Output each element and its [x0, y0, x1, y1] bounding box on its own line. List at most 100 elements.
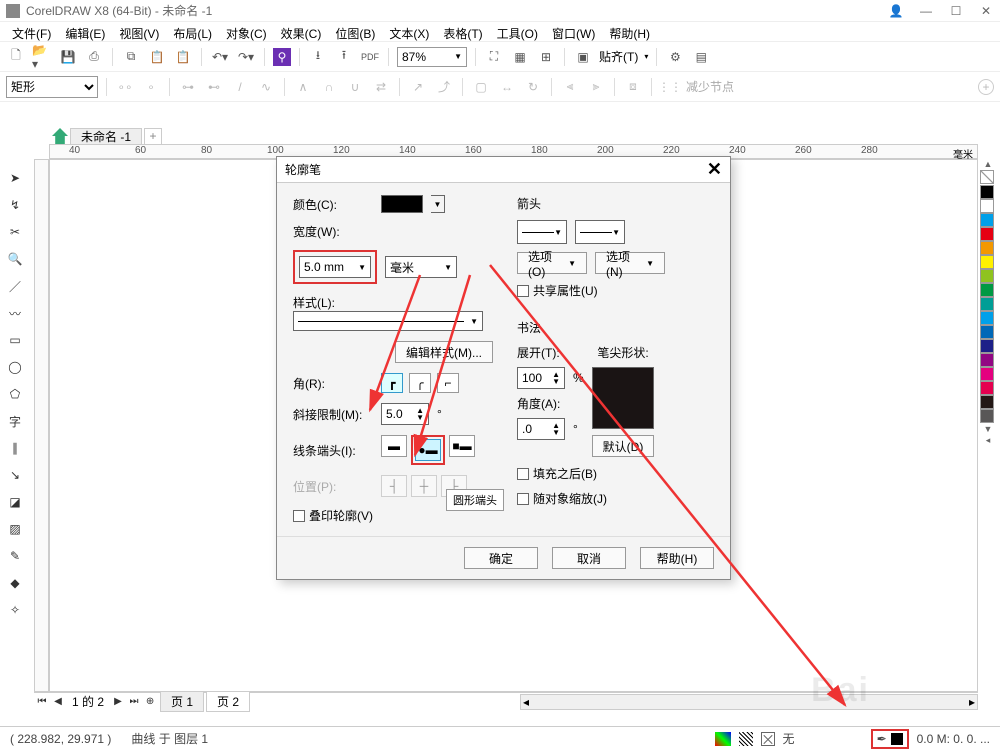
close-path-icon[interactable]: ▢ — [471, 77, 491, 97]
fullscreen-button[interactable]: ⛶ — [484, 47, 504, 67]
break-icon[interactable]: ⊷ — [204, 77, 224, 97]
unit-select[interactable]: 毫米▼ — [385, 256, 457, 278]
menu-effect[interactable]: 效果(C) — [275, 24, 328, 39]
page-first[interactable]: ⏮ — [34, 696, 50, 707]
zoom-input[interactable]: 87%▼ — [397, 47, 467, 67]
color-swatch[interactable] — [980, 409, 994, 423]
corner-bevel-icon[interactable]: ⌐ — [437, 373, 459, 393]
rectangle-tool[interactable]: ▭ — [5, 330, 25, 350]
maximize-button[interactable]: ☐ — [948, 4, 964, 18]
color-swatch[interactable] — [980, 325, 994, 339]
swatch-none[interactable] — [980, 170, 994, 184]
node-add-icon[interactable]: ∘∘ — [115, 77, 135, 97]
menu-window[interactable]: 窗口(W) — [546, 24, 601, 39]
cancel-button[interactable]: 取消 — [552, 547, 626, 569]
dropshadow-tool[interactable]: ◪ — [5, 492, 25, 512]
pdf-button[interactable]: PDF — [360, 47, 380, 67]
menu-tools[interactable]: 工具(O) — [491, 24, 544, 39]
page-next[interactable]: ▶ — [110, 696, 126, 707]
stretch-icon[interactable]: ↔ — [497, 77, 517, 97]
scrollbar-h[interactable]: ◂▸ — [520, 694, 978, 710]
smooth-icon[interactable]: ∩ — [319, 77, 339, 97]
page-tab-2[interactable]: 页 2 — [206, 691, 250, 712]
snap-menu[interactable]: 贴齐(T) — [599, 48, 638, 65]
corner-miter-icon[interactable]: ┏ — [381, 373, 403, 393]
eyedropper-tool[interactable]: ✎ — [5, 546, 25, 566]
cusp-icon[interactable]: ∧ — [293, 77, 313, 97]
menu-help[interactable]: 帮助(H) — [603, 24, 656, 39]
color-swatch[interactable] — [980, 213, 994, 227]
font-button[interactable]: ▣ — [573, 47, 593, 67]
color-swatch[interactable] — [980, 199, 994, 213]
color-swatch[interactable] — [980, 297, 994, 311]
open-button[interactable]: 📂▾ — [32, 47, 52, 67]
halign-icon[interactable]: ⫷ — [560, 77, 580, 97]
cap-round-icon[interactable]: ●▬ — [415, 439, 441, 461]
arrow-end-select[interactable]: ▼ — [575, 220, 625, 244]
outline-color-dropdown[interactable]: ▼ — [431, 195, 445, 213]
behind-fill-checkbox[interactable]: 填充之后(B) — [517, 465, 714, 482]
extract-icon[interactable]: ⤴ — [434, 77, 454, 97]
valign-icon[interactable]: ⫸ — [586, 77, 606, 97]
close-button[interactable]: ✕ — [978, 4, 994, 18]
sym-icon[interactable]: ∪ — [345, 77, 365, 97]
polygon-tool[interactable]: ⬠ — [5, 384, 25, 404]
search-button[interactable]: ⚲ — [273, 48, 291, 66]
crop-tool[interactable]: ✂ — [5, 222, 25, 242]
parallel-tool[interactable]: ∥ — [5, 438, 25, 458]
fill-color-icon[interactable] — [715, 732, 731, 746]
page-last[interactable]: ⏭ — [126, 696, 142, 707]
transparency-tool[interactable]: ▨ — [5, 519, 25, 539]
menu-bitmap[interactable]: 位图(B) — [329, 24, 381, 39]
share-attributes-checkbox[interactable]: 共享属性(U) — [517, 282, 714, 299]
corner-round-icon[interactable]: ╭ — [409, 373, 431, 393]
line-icon[interactable]: / — [230, 77, 250, 97]
arrow-options-left[interactable]: 选项(O)▼ — [517, 252, 587, 274]
palette-down[interactable]: ▼ — [980, 424, 996, 434]
freehand-tool[interactable]: ／ — [5, 276, 25, 296]
text-tool[interactable]: 字 — [5, 411, 25, 431]
help-button[interactable]: 帮助(H) — [640, 547, 714, 569]
copy-button[interactable]: ⧉ — [121, 47, 141, 67]
artistic-tool[interactable]: 〰 — [5, 303, 25, 323]
cap-square-icon[interactable]: ■▬ — [449, 435, 475, 457]
add-button[interactable]: + — [978, 79, 994, 95]
shape-tool[interactable]: ↯ — [5, 195, 25, 215]
outline-color-swatch[interactable] — [381, 195, 423, 213]
miter-input[interactable]: 5.0 ▲▼ — [381, 403, 429, 425]
undo-button[interactable]: ↶▾ — [210, 47, 230, 67]
user-icon[interactable]: 👤 — [888, 4, 904, 18]
outline-indicator[interactable]: ✒ — [871, 729, 909, 749]
color-swatch[interactable] — [980, 241, 994, 255]
menu-table[interactable]: 表格(T) — [437, 24, 488, 39]
connector-tool[interactable]: ↘ — [5, 465, 25, 485]
extend-icon[interactable]: ↗ — [408, 77, 428, 97]
node-del-icon[interactable]: ∘ — [141, 77, 161, 97]
menu-text[interactable]: 文本(X) — [383, 24, 435, 39]
export-button[interactable]: ⭱ — [334, 47, 354, 67]
color-swatch[interactable] — [980, 227, 994, 241]
ellipse-tool[interactable]: ◯ — [5, 357, 25, 377]
style-select[interactable]: ▼ — [293, 311, 483, 331]
guides-button[interactable]: ⊞ — [536, 47, 556, 67]
launch-button[interactable]: ▤ — [691, 47, 711, 67]
reverse-icon[interactable]: ⇄ — [371, 77, 391, 97]
menu-layout[interactable]: 布局(L) — [167, 24, 218, 39]
color-swatch[interactable] — [980, 255, 994, 269]
stretch-input[interactable]: 100 ▲▼ — [517, 367, 565, 389]
smart-fill-tool[interactable]: ✧ — [5, 600, 25, 620]
color-swatch[interactable] — [980, 353, 994, 367]
dialog-close-button[interactable]: ✕ — [707, 159, 722, 180]
color-swatch[interactable] — [980, 367, 994, 381]
ok-button[interactable]: 确定 — [464, 547, 538, 569]
default-button[interactable]: 默认(D) — [592, 435, 655, 457]
scale-with-checkbox[interactable]: 随对象缩放(J) — [517, 490, 714, 507]
shape-type-select[interactable]: 矩形 — [6, 76, 98, 98]
paste-button[interactable]: 📋 — [147, 47, 167, 67]
options-button[interactable]: ⚙ — [665, 47, 685, 67]
color-swatch[interactable] — [980, 381, 994, 395]
new-button[interactable]: 🗋 — [6, 47, 26, 67]
clipboard-button[interactable]: 📋 — [173, 47, 193, 67]
color-swatch[interactable] — [980, 339, 994, 353]
arrow-options-right[interactable]: 选项(N)▼ — [595, 252, 665, 274]
